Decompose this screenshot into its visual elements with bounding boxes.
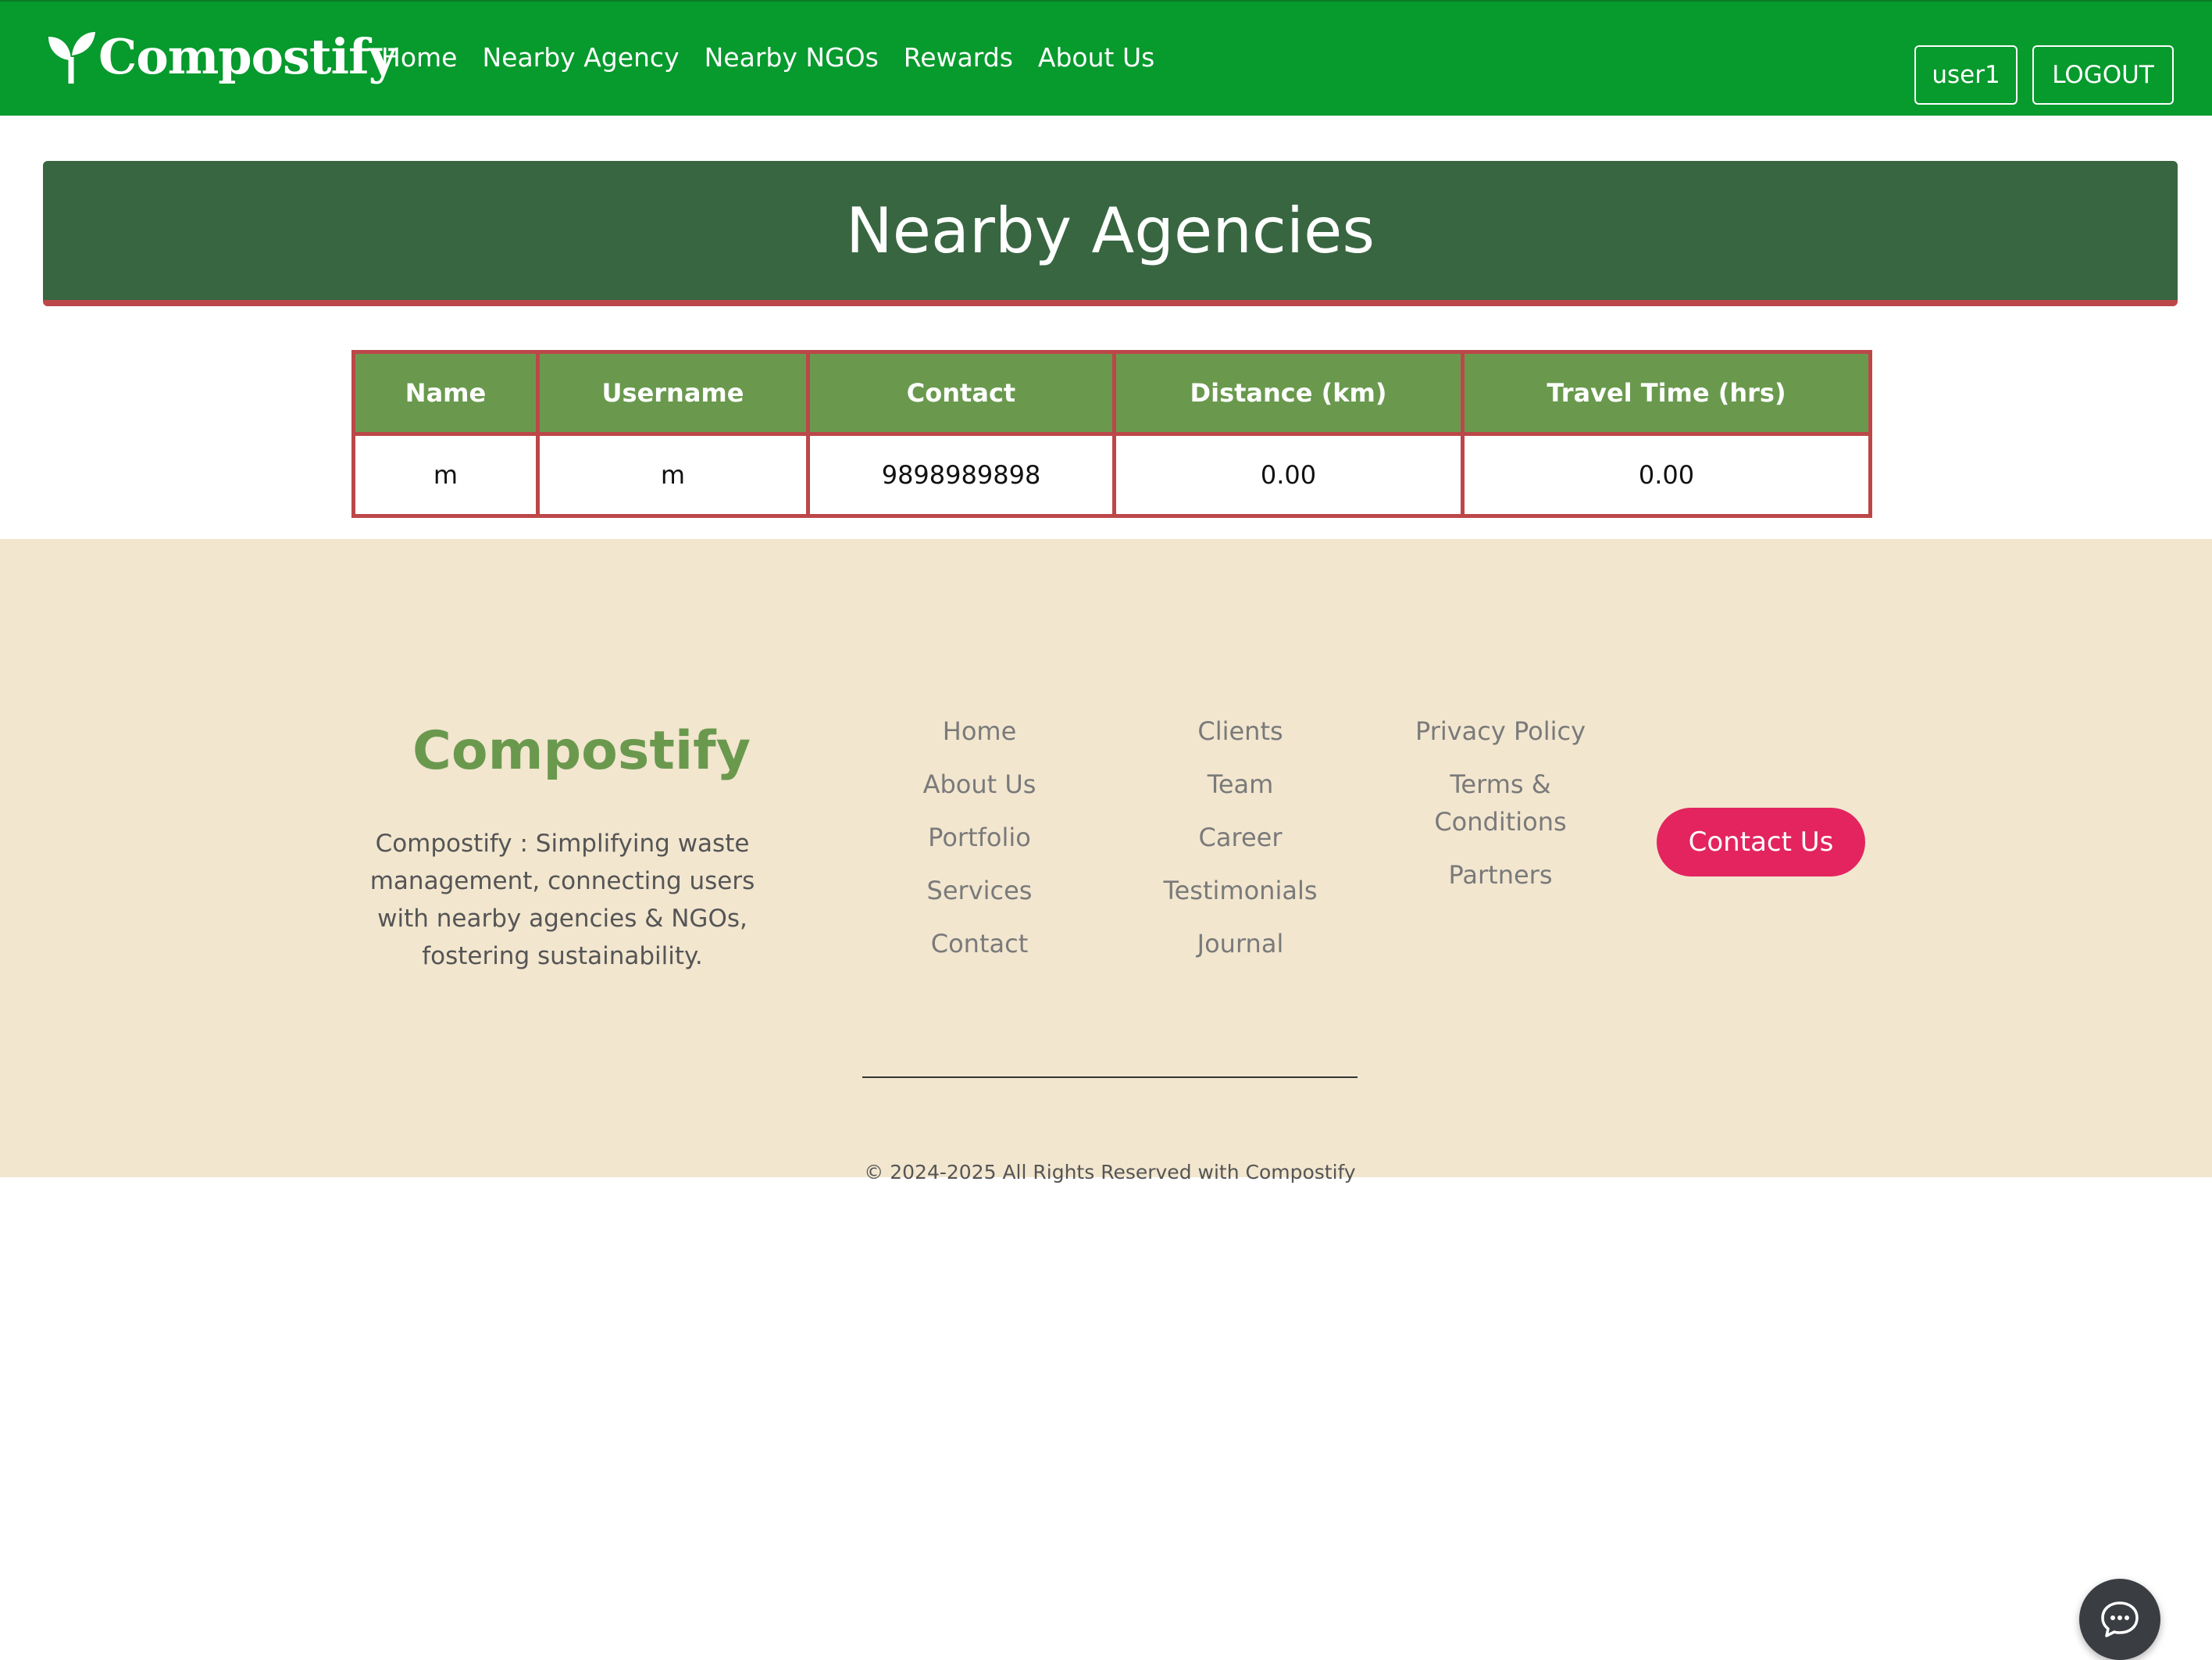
chat-bubble-icon [2101, 1601, 2139, 1637]
page-banner: Nearby Agencies [43, 161, 2178, 306]
footer-description: Compostify : Simplifying waste managemen… [369, 830, 755, 970]
cell-username: m [536, 432, 810, 518]
logout-button[interactable]: LOGOUT [2032, 45, 2174, 105]
footer-links-col-3: Privacy Policy Terms & Conditions Partne… [1406, 712, 1595, 909]
sprout-icon [48, 31, 95, 84]
cell-travel-time: 0.00 [1461, 432, 1872, 518]
column-header-name: Name [351, 350, 540, 436]
footer-brand: Compostify [412, 720, 751, 782]
chat-button[interactable] [2079, 1579, 2160, 1660]
nav-rewards[interactable]: Rewards [904, 42, 1013, 73]
table-header-row: Name Username Contact Distance (km) Trav… [351, 350, 1872, 436]
column-header-distance: Distance (km) [1112, 350, 1465, 436]
agencies-table: Name Username Contact Distance (km) Trav… [351, 350, 1872, 518]
footer-link-home[interactable]: Home [901, 712, 1058, 750]
footer-link-team[interactable]: Team [1145, 766, 1336, 803]
footer-links-col-1: Home About Us Portfolio Services Contact [901, 712, 1058, 978]
footer-link-privacy-policy[interactable]: Privacy Policy [1406, 712, 1595, 750]
footer-link-about-us[interactable]: About Us [901, 766, 1058, 803]
footer-link-testimonials[interactable]: Testimonials [1145, 872, 1336, 909]
footer: Compostify Compostify : Simplifying wast… [0, 539, 2212, 1660]
brand-name: Compostify [98, 28, 397, 85]
page-title: Nearby Agencies [845, 194, 1375, 267]
nav-home[interactable]: Home [381, 42, 457, 73]
footer-link-contact[interactable]: Contact [901, 925, 1058, 962]
table-row: m m 9898989898 0.00 0.00 [351, 432, 1872, 518]
main-nav: Home Nearby Agency Nearby NGOs Rewards A… [381, 42, 1179, 73]
nav-about-us[interactable]: About Us [1038, 42, 1154, 73]
top-navbar: Compostify Home Nearby Agency Nearby NGO… [0, 0, 2212, 116]
column-header-travel-time: Travel Time (hrs) [1461, 350, 1872, 436]
footer-link-services[interactable]: Services [901, 872, 1058, 909]
footer-divider [862, 1076, 1358, 1078]
nav-nearby-ngos[interactable]: Nearby NGOs [705, 42, 879, 73]
nav-nearby-agency[interactable]: Nearby Agency [482, 42, 679, 73]
contact-us-button[interactable]: Contact Us [1657, 808, 1865, 876]
footer-link-partners[interactable]: Partners [1406, 856, 1595, 894]
cell-distance: 0.00 [1112, 432, 1465, 518]
footer-link-journal[interactable]: Journal [1145, 925, 1336, 962]
footer-link-career[interactable]: Career [1145, 819, 1336, 856]
user-button[interactable]: user1 [1914, 45, 2018, 105]
brand-logo[interactable]: Compostify [45, 28, 397, 85]
column-header-contact: Contact [806, 350, 1116, 436]
footer-links-col-2: Clients Team Career Testimonials Journal [1145, 712, 1336, 978]
footer-link-terms-conditions[interactable]: Terms & Conditions [1406, 766, 1595, 841]
footer-copyright: © 2024-2025 All Rights Reserved with Com… [864, 1161, 1356, 1183]
footer-link-portfolio[interactable]: Portfolio [901, 819, 1058, 856]
cell-contact: 9898989898 [806, 432, 1116, 518]
cell-name: m [351, 432, 540, 518]
footer-link-clients[interactable]: Clients [1145, 712, 1336, 750]
column-header-username: Username [536, 350, 810, 436]
